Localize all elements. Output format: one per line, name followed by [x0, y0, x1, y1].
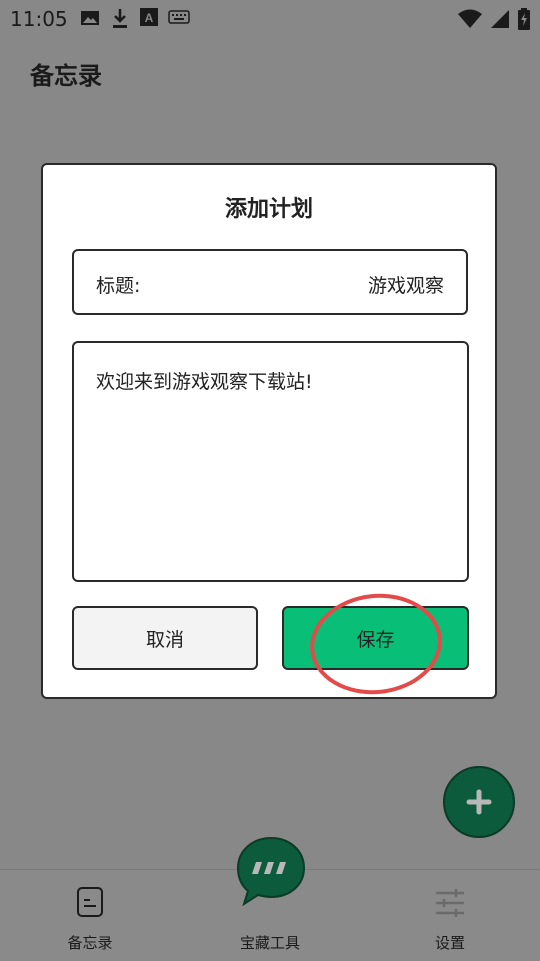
title-field[interactable]: 标题: 游戏观察	[72, 249, 468, 315]
chat-bubble-icon[interactable]	[236, 836, 306, 906]
content-textarea[interactable]: 欢迎来到游戏观察下载站!	[72, 341, 469, 582]
page-title: 备忘录	[30, 62, 102, 90]
battery-charging-icon	[518, 8, 530, 30]
plus-icon	[466, 789, 492, 815]
add-plan-dialog: 添加计划 标题: 游戏观察 欢迎来到游戏观察下载站! 取消 保存	[41, 163, 497, 699]
status-time: 11:05	[10, 7, 68, 31]
nav-label-settings: 设置	[434, 934, 465, 952]
content-text[interactable]: 欢迎来到游戏观察下载站!	[96, 367, 313, 394]
title-field-value[interactable]: 游戏观察	[368, 271, 444, 298]
sliders-icon	[436, 889, 464, 917]
signal-icon	[491, 10, 509, 28]
svg-text:A: A	[145, 11, 154, 25]
title-field-label: 标题:	[96, 275, 141, 297]
nav-item-settings[interactable]: 设置	[380, 870, 520, 961]
download-icon	[113, 9, 127, 28]
dialog-title: 添加计划	[224, 197, 313, 222]
memo-icon	[77, 887, 103, 917]
nav-label-tools: 宝藏工具	[239, 934, 300, 952]
keyboard-icon	[168, 10, 190, 24]
add-fab-button[interactable]	[443, 766, 515, 838]
cancel-button[interactable]: 取消	[72, 606, 258, 670]
save-button[interactable]: 保存	[282, 606, 469, 670]
nav-label-memo: 备忘录	[67, 934, 113, 952]
wifi-icon	[458, 9, 482, 28]
font-icon: A	[140, 8, 158, 26]
nav-item-memo[interactable]: 备忘录	[20, 870, 160, 961]
image-icon	[81, 11, 99, 25]
status-bar: 11:05 A	[0, 0, 540, 36]
